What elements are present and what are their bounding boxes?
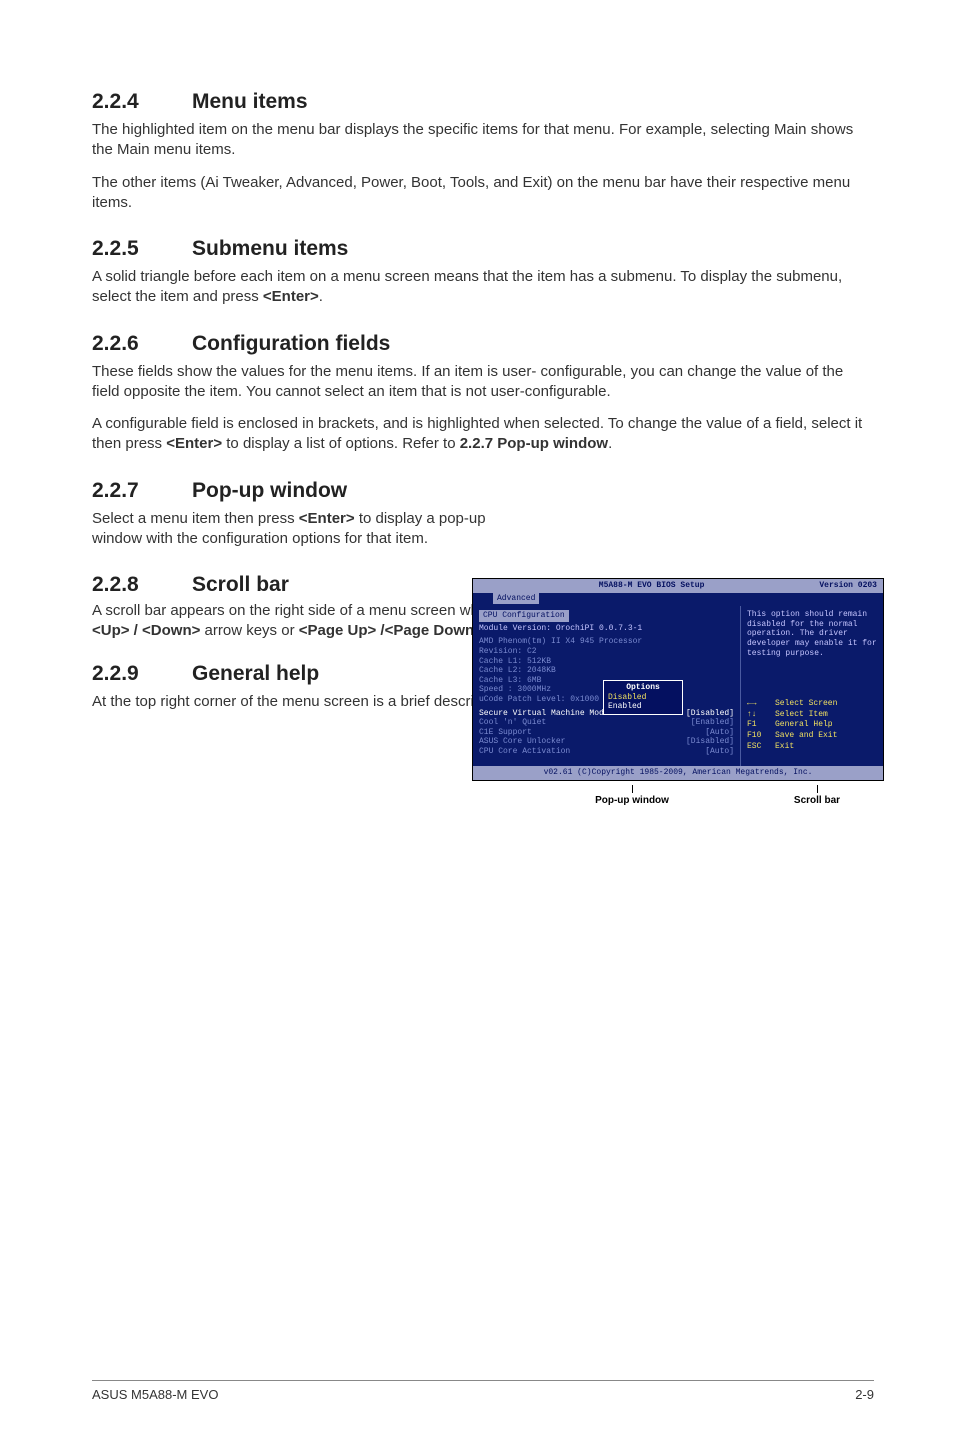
bios-item-coreact[interactable]: CPU Core Activation[Auto]: [479, 747, 734, 757]
bios-tabbar: Advanced: [473, 593, 883, 607]
footer-model: ASUS M5A88-M EVO: [92, 1387, 218, 1402]
section-2-2-6: 2.2.6Configuration fields These fields s…: [92, 332, 874, 455]
para: The highlighted item on the menu bar dis…: [92, 120, 874, 161]
bios-title-text: M5A88-M EVO BIOS Setup: [599, 581, 705, 591]
bios-window: x M5A88-M EVO BIOS Setup Version 0203 Ad…: [472, 578, 884, 781]
footer-pagenum: 2-9: [855, 1387, 874, 1402]
bios-help-panel: This option should remain disabled for t…: [741, 606, 883, 766]
popup-header: Options: [608, 683, 678, 693]
section-2-2-8: 2.2.8Scroll bar: [92, 573, 502, 597]
secnum: 2.2.9: [92, 662, 192, 686]
secnum: 2.2.5: [92, 237, 192, 261]
bios-item-cnq[interactable]: Cool 'n' Quiet[Enabled]: [479, 718, 734, 728]
heading-2-2-4: 2.2.4Menu items: [92, 90, 874, 114]
bios-version: Version 0203: [819, 581, 877, 591]
bios-info: Cache L1: 512KB: [479, 657, 734, 667]
sectitle: Submenu items: [192, 237, 348, 260]
section-2-2-7: 2.2.7Pop-up window Select a menu item th…: [92, 479, 502, 550]
bios-callout-labels: Pop-up window Scroll bar: [472, 785, 882, 806]
bios-module-version: Module Version: OrochiPI 0.0.7.3-1: [479, 624, 734, 634]
hotkey: F1General Help: [747, 720, 877, 730]
page-footer: ASUS M5A88-M EVO 2-9: [92, 1380, 874, 1402]
section-2-2-5: 2.2.5Submenu items A solid triangle befo…: [92, 237, 874, 308]
heading-2-2-6: 2.2.6Configuration fields: [92, 332, 874, 356]
sectitle: Menu items: [192, 90, 308, 113]
sectitle: General help: [192, 662, 319, 685]
bios-screenshot-figure: x M5A88-M EVO BIOS Setup Version 0203 Ad…: [472, 578, 882, 806]
popup-option-enabled[interactable]: Enabled: [608, 702, 678, 712]
bios-section-heading: CPU Configuration: [479, 610, 569, 622]
bios-item-unlocker[interactable]: ASUS Core Unlocker[Disabled]: [479, 737, 734, 747]
para: A configurable field is enclosed in brac…: [92, 414, 874, 455]
callout-popup-label: Pop-up window: [472, 785, 752, 806]
bios-info: AMD Phenom(tm) II X4 945 Processor: [479, 637, 734, 647]
popup-option-disabled[interactable]: Disabled: [608, 693, 678, 703]
heading-2-2-8: 2.2.8Scroll bar: [92, 573, 502, 597]
secnum: 2.2.4: [92, 90, 192, 114]
heading-2-2-5: 2.2.5Submenu items: [92, 237, 874, 261]
bios-left-panel: CPU Configuration Module Version: Orochi…: [473, 606, 741, 766]
heading-2-2-7: 2.2.7Pop-up window: [92, 479, 502, 503]
bios-popup-window[interactable]: Options Disabled Enabled: [603, 680, 683, 715]
sectitle: Pop-up window: [192, 479, 347, 502]
bios-help-text: This option should remain disabled for t…: [747, 610, 877, 658]
secnum: 2.2.6: [92, 332, 192, 356]
bios-footer: v02.61 (C)Copyright 1985-2009, American …: [473, 766, 883, 780]
para: Select a menu item then press <Enter> to…: [92, 509, 502, 550]
para: These fields show the values for the men…: [92, 362, 874, 403]
secnum: 2.2.7: [92, 479, 192, 503]
hotkey: ↑↓Select Item: [747, 710, 877, 720]
hotkey: ←→Select Screen: [747, 699, 877, 709]
sectitle: Configuration fields: [192, 332, 390, 355]
bios-body: CPU Configuration Module Version: Orochi…: [473, 606, 883, 766]
para: A solid triangle before each item on a m…: [92, 267, 874, 308]
bios-info: Revision: C2: [479, 647, 734, 657]
bios-item-c1e[interactable]: C1E Support[Auto]: [479, 728, 734, 738]
section-2-2-4: 2.2.4Menu items The highlighted item on …: [92, 90, 874, 213]
sectitle: Scroll bar: [192, 573, 289, 596]
callout-scroll-label: Scroll bar: [752, 785, 882, 806]
bios-info: Cache L2: 2048KB: [479, 666, 734, 676]
hotkey: ESCExit: [747, 742, 877, 752]
para: The other items (Ai Tweaker, Advanced, P…: [92, 173, 874, 214]
bios-titlebar: x M5A88-M EVO BIOS Setup Version 0203: [473, 579, 883, 593]
hotkey: F10Save and Exit: [747, 731, 877, 741]
secnum: 2.2.8: [92, 573, 192, 597]
bios-tab-advanced[interactable]: Advanced: [493, 593, 539, 605]
